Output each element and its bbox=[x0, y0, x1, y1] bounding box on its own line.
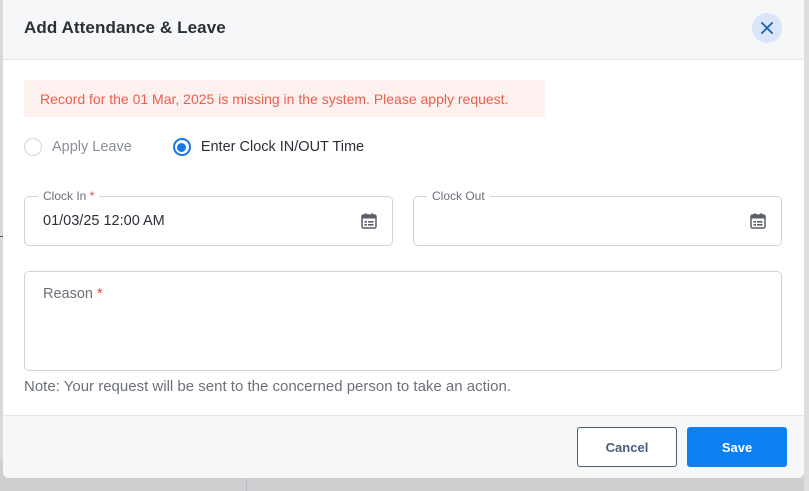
missing-record-alert: Record for the 01 Mar, 2025 is missing i… bbox=[24, 80, 545, 117]
calendar-icon[interactable] bbox=[749, 212, 767, 230]
clock-out-label: Clock Out bbox=[427, 189, 490, 203]
radio-label-apply-leave: Apply Leave bbox=[52, 139, 132, 155]
modal-header: Add Attendance & Leave bbox=[3, 0, 804, 60]
radio-button-checked[interactable] bbox=[172, 138, 191, 156]
radio-label-enter-clock-time: Enter Clock IN/OUT Time bbox=[200, 139, 365, 155]
close-button[interactable] bbox=[752, 13, 782, 43]
radio-button-unchecked[interactable] bbox=[24, 138, 42, 156]
request-note: Note: Your request will be sent to the c… bbox=[24, 378, 511, 395]
clock-in-value[interactable]: 01/03/25 12:00 AM bbox=[43, 213, 165, 229]
close-icon bbox=[761, 22, 773, 34]
save-button[interactable]: Save bbox=[687, 427, 787, 467]
modal-footer: Cancel Save bbox=[3, 415, 804, 478]
clock-in-field[interactable]: Clock In * 01/03/25 12:00 AM bbox=[24, 189, 393, 246]
cancel-button[interactable]: Cancel bbox=[577, 427, 677, 467]
add-attendance-modal: Add Attendance & Leave Record for the 01… bbox=[3, 0, 804, 478]
alert-message: Record for the 01 Mar, 2025 is missing i… bbox=[40, 90, 509, 107]
calendar-icon[interactable] bbox=[360, 212, 378, 230]
reason-textarea[interactable]: Reason * bbox=[24, 271, 782, 371]
clock-in-label: Clock In * bbox=[38, 189, 100, 203]
request-type-radio-group: Apply Leave Enter Clock IN/OUT Time bbox=[24, 137, 364, 157]
radio-apply-leave[interactable]: Apply Leave bbox=[24, 138, 132, 156]
clock-out-field[interactable]: Clock Out bbox=[413, 189, 782, 246]
reason-label: Reason * bbox=[43, 286, 103, 302]
background-edge bbox=[804, 0, 809, 491]
radio-enter-clock-time[interactable]: Enter Clock IN/OUT Time bbox=[172, 138, 365, 156]
modal-title: Add Attendance & Leave bbox=[24, 18, 226, 37]
